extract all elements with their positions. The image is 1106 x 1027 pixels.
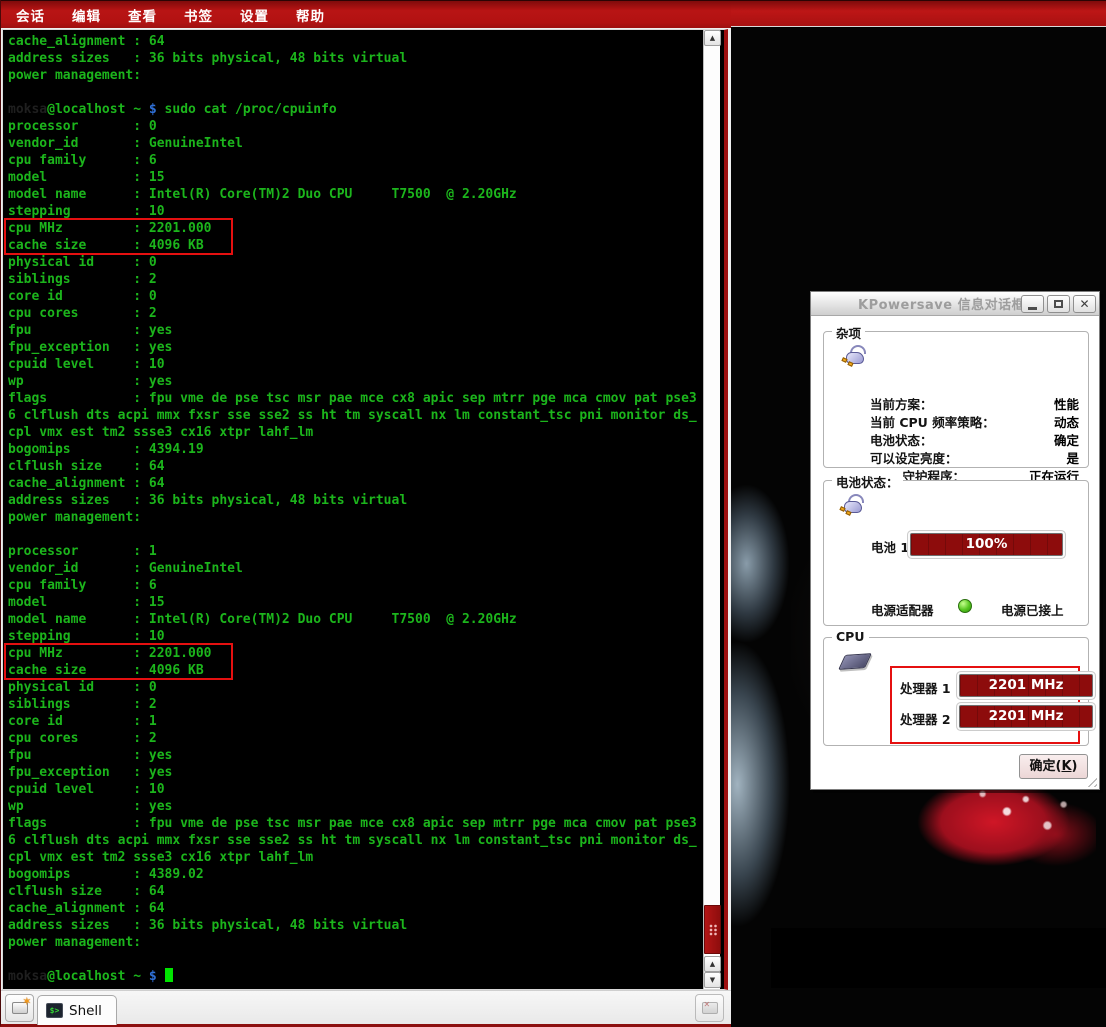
new-session-icon [12,1002,28,1014]
video-red-fabric [826,773,1096,948]
menu-item[interactable]: 编辑 [72,5,101,25]
highlight-box-cpu1 [4,643,233,680]
menu-item[interactable]: 设置 [240,5,269,25]
scroll-up-bottom-icon[interactable]: ▲ [704,956,721,972]
scroll-up-icon[interactable]: ▲ [704,30,721,46]
close-button[interactable]: ✕ [1073,295,1096,313]
scroll-down-icon[interactable]: ▼ [704,972,721,988]
scrollbar-thumb[interactable] [704,905,721,954]
maximize-button[interactable] [1047,295,1070,313]
terminal-cursor [165,968,173,982]
menu-item[interactable]: 帮助 [296,5,325,25]
terminal-scrollbar[interactable]: ▲ ▲ ▼ [703,30,720,989]
misc-row-label: 电池状态： [870,430,933,448]
highlight-box-cpu0 [4,218,233,255]
group-cpu-legend: CPU [832,629,869,644]
misc-row-label: 当前 CPU 频率策略： [870,412,995,430]
group-misc: 杂项 当前方案： 性能 当前 CPU 频率策略： 动态 [823,331,1089,468]
konsole-window: 会话 编辑 查看 书签 设置 帮助 cache_alignment : 64address… [0,0,731,1027]
shell-icon: $> [46,1003,63,1018]
menu-item[interactable]: 查看 [128,5,157,25]
new-session-button[interactable] [5,994,34,1022]
group-misc-legend: 杂项 [832,323,865,342]
cpu-row: 处理器 1 2201 MHz [900,674,1074,705]
misc-row-label: 当前方案： [870,394,933,412]
cpu-row-label: 处理器 1 [900,678,951,697]
terminal-lines: cache_alignment : 64address sizes : 36 b… [8,33,702,985]
battery-label: 电池 1 [871,537,909,556]
group-battery: 电池状态： 电池 1 100% 电源适配器 电源已接上 [823,480,1089,626]
cpu-frequency-bar: 2201 MHz [959,705,1093,728]
misc-row: 当前方案： 性能 [870,394,1079,412]
ok-button[interactable]: 确定(K) [1019,754,1088,779]
minimize-button[interactable] [1021,295,1044,313]
misc-row: 可以设定亮度： 是 [870,448,1079,466]
cpu-row-label: 处理器 2 [900,709,951,728]
misc-row: 电池状态： 确定 [870,430,1079,448]
cpu-frequency-bar: 2201 MHz [959,674,1093,697]
misc-row-value: 动态 [1054,412,1079,430]
misc-row-label: 可以设定亮度： [870,448,958,466]
misc-row-value: 是 [1066,448,1079,466]
video-dark-band [771,928,1106,988]
dialog-titlebar[interactable]: KPowersave 信息对话框 ✕ [811,292,1099,316]
menu-item[interactable]: 书签 [184,5,213,25]
menu-item[interactable]: 会话 [16,5,45,25]
video-window-titlebar[interactable] [731,0,1106,27]
misc-row-value: 性能 [1054,394,1079,412]
group-cpu: CPU 处理器 1 2201 MHz 处理器 2 2201 MHz [823,637,1089,746]
ac-adapter-led-icon [958,599,972,613]
detach-session-button[interactable] [695,994,724,1022]
close-icon: ✕ [1079,298,1089,310]
detach-session-icon [702,1002,718,1014]
ac-adapter-label: 电源适配器 [871,600,934,619]
battery-progressbar: 100% [910,533,1063,556]
minimize-icon [1028,307,1037,310]
cpu-row: 处理器 2 2201 MHz [900,705,1074,736]
terminal-viewport[interactable]: cache_alignment : 64address sizes : 36 b… [2,29,728,990]
misc-row: 当前 CPU 频率策略： 动态 [870,412,1079,430]
battery-plug-icon [840,495,866,517]
dialog-title: KPowersave 信息对话框 [858,294,1025,313]
desktop: 会话 编辑 查看 书签 设置 帮助 cache_alignment : 64address… [0,0,1106,1027]
misc-row-value: 确定 [1054,430,1079,448]
group-battery-legend: 电池状态： [832,472,903,491]
konsole-tabbar: $> Shell [1,990,732,1024]
ac-adapter-status: 电源已接上 [1001,600,1064,619]
tab-shell-label: Shell [69,1003,102,1019]
cpu-chip-icon [838,653,872,670]
konsole-menubar: 会话 编辑 查看 书签 设置 帮助 [1,0,731,28]
kpowersave-dialog: KPowersave 信息对话框 ✕ 杂项 当前方案： 性能 [810,291,1100,790]
tab-shell[interactable]: $> Shell [37,995,117,1025]
power-plug-icon [842,346,868,368]
maximize-icon [1054,300,1063,308]
